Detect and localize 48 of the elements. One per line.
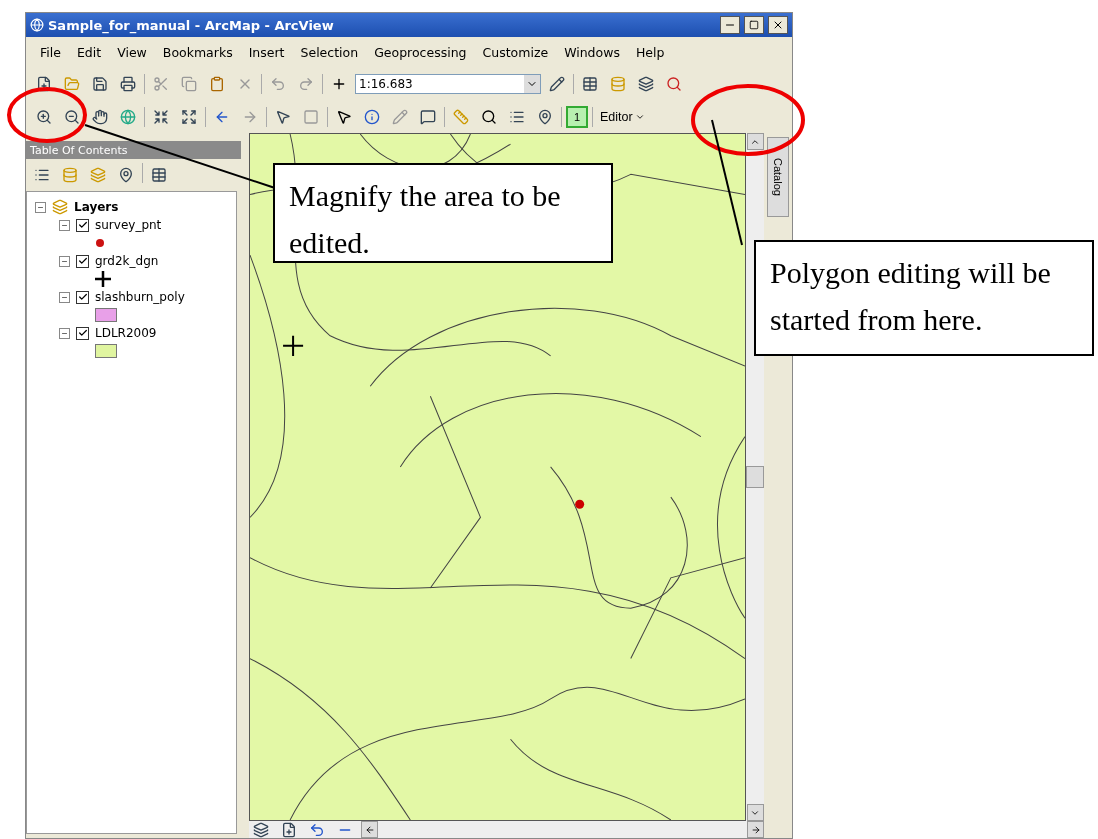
menu-item[interactable]: Customize [474,42,557,62]
menu-item[interactable]: Bookmarks [154,42,241,62]
collapse-toggle[interactable] [59,291,70,303]
collapse-toggle[interactable] [35,201,46,213]
layer-name[interactable]: slashburn_poly [95,290,185,304]
callout-note: Magnify the area to be edited. [273,163,613,263]
catalog-tab[interactable]: Catalog [767,137,789,217]
menu-item[interactable]: Windows [556,42,628,62]
minimize-button[interactable] [720,16,740,34]
left-arrow-icon [364,824,375,835]
app-icon [30,18,44,32]
scroll-left-button[interactable] [361,821,378,838]
maximize-icon [749,20,759,30]
layer-checkbox[interactable] [76,218,89,232]
layers-icon [52,199,68,215]
menu-item[interactable]: View [109,42,155,62]
layer-name[interactable]: grd2k_dgn [95,254,159,268]
right-arrow-icon [750,824,761,835]
menu-item[interactable]: Insert [240,42,293,62]
scroll-thumb[interactable] [746,466,764,488]
menu-item[interactable]: Help [627,42,673,62]
window-title: Sample_for_manual - ArcMap - ArcView [48,17,335,33]
panel-title: Table Of Contents [26,141,241,159]
collapse-toggle[interactable] [59,255,70,267]
layer-checkbox[interactable] [76,326,89,340]
cross-feature-icon [282,334,305,357]
menu-item[interactable]: Edit [68,42,110,62]
page-button[interactable]: 1 [566,105,588,128]
point-feature-icon [575,499,585,509]
menu-item[interactable]: File [32,42,69,62]
scroll-right-button[interactable] [747,821,764,838]
callout-note: Polygon editing will be started from here. [754,240,1094,356]
menu-item[interactable]: Geoprocessing [366,42,475,62]
collapse-toggle[interactable] [59,219,70,231]
scale-field[interactable]: 1:16.683 [355,73,541,94]
map-view[interactable] [249,133,746,821]
close-icon [772,19,784,31]
layer-name[interactable]: survey_pnt [95,218,162,232]
layer-checkbox[interactable] [76,290,89,304]
layer-name[interactable]: LDLR2009 [95,326,157,340]
menu-item[interactable]: Selection [292,42,367,62]
editor-menu-button[interactable]: Editor [597,105,648,128]
layer-checkbox[interactable] [76,254,89,268]
collapse-toggle[interactable] [59,327,70,339]
layer-group-name[interactable]: Layers [74,200,119,214]
close-button[interactable] [768,16,788,34]
scroll-up-button[interactable] [746,133,764,150]
maximize-button[interactable] [744,16,764,34]
